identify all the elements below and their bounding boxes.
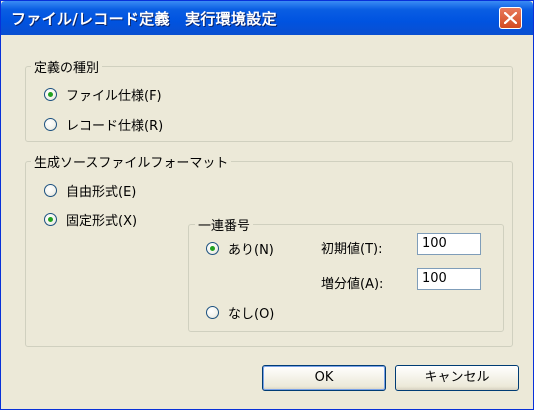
radio-free-format[interactable]: 自由形式(E) bbox=[44, 181, 136, 200]
increment-value-input[interactable]: 100 bbox=[417, 268, 481, 290]
radio-label: 自由形式(E) bbox=[66, 185, 137, 200]
initial-value-label: 初期値(T): bbox=[321, 242, 383, 257]
cancel-button[interactable]: キャンセル bbox=[395, 365, 519, 391]
close-icon bbox=[504, 12, 517, 24]
radio-button-icon bbox=[206, 242, 219, 255]
definition-type-legend: 定義の種別 bbox=[31, 57, 103, 76]
ok-button[interactable]: OK bbox=[262, 365, 386, 391]
close-button[interactable] bbox=[499, 7, 522, 29]
radio-file-spec[interactable]: ファイル仕様(F) bbox=[44, 85, 162, 104]
increment-value-label: 増分値(A): bbox=[321, 277, 384, 292]
title-bar[interactable]: ファイル/レコード定義 実行環境設定 bbox=[1, 1, 533, 35]
radio-button-icon bbox=[206, 306, 219, 319]
initial-value-input[interactable]: 100 bbox=[417, 233, 481, 255]
radio-label: あり(N) bbox=[228, 243, 274, 258]
radio-button-icon bbox=[44, 213, 57, 226]
window-title: ファイル/レコード定義 実行環境設定 bbox=[11, 10, 277, 28]
sequence-number-legend: 一連番号 bbox=[195, 215, 254, 234]
radio-label: なし(O) bbox=[228, 307, 275, 322]
radio-button-icon bbox=[44, 88, 57, 101]
radio-record-spec[interactable]: レコード仕様(R) bbox=[44, 115, 163, 134]
radio-sequence-yes[interactable]: あり(N) bbox=[206, 239, 274, 258]
radio-label: レコード仕様(R) bbox=[66, 119, 164, 134]
radio-label: ファイル仕様(F) bbox=[66, 89, 162, 104]
radio-sequence-no[interactable]: なし(O) bbox=[206, 303, 274, 322]
radio-label: 固定形式(X) bbox=[66, 214, 138, 229]
source-format-legend: 生成ソースファイルフォーマット bbox=[31, 152, 232, 171]
radio-button-icon bbox=[44, 118, 57, 131]
radio-fixed-format[interactable]: 固定形式(X) bbox=[44, 210, 137, 229]
radio-button-icon bbox=[44, 184, 57, 197]
dialog-window: ファイル/レコード定義 実行環境設定 定義の種別 ファイル仕様(F) レコード仕… bbox=[0, 0, 534, 410]
